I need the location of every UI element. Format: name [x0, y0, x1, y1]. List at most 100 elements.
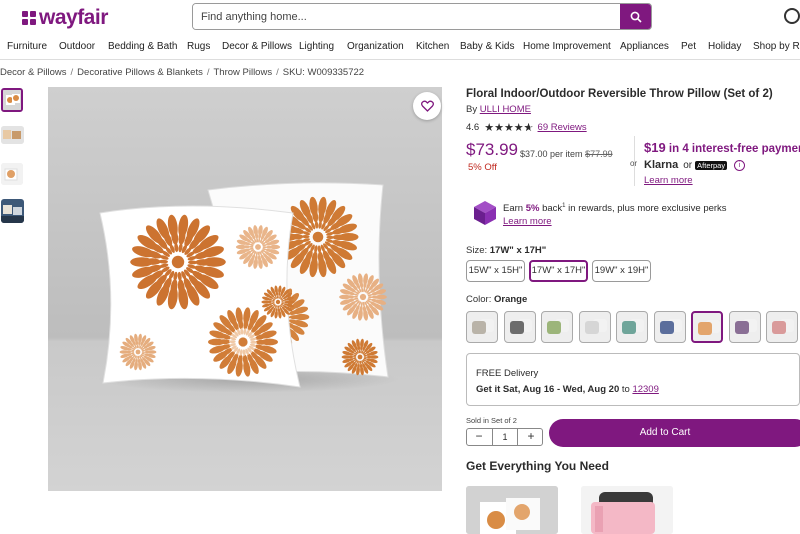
- financing-providers: Klarna or Afterpay i: [644, 159, 746, 171]
- recommendation-card-pillows[interactable]: [466, 486, 558, 534]
- size-option-17[interactable]: 17W" x 17H": [529, 260, 588, 282]
- swatch-pillow-icon: [659, 321, 674, 334]
- header: wayfair: [0, 0, 800, 34]
- nav-item-appliances[interactable]: Appliances: [620, 41, 669, 52]
- swatch-pillow-icon: [547, 321, 561, 334]
- installment-amount: $19 in 4 interest-free paymen: [644, 140, 800, 155]
- rewards-percent: 5%: [525, 203, 540, 215]
- nav-item-bedding-bath[interactable]: Bedding & Bath: [108, 41, 178, 52]
- thumbnail-4[interactable]: [1, 199, 24, 223]
- rewards-earn: Earn: [503, 203, 526, 215]
- or-label: or: [630, 159, 638, 168]
- color-swatch-green[interactable]: [541, 311, 573, 343]
- color-swatch-beige[interactable]: [466, 311, 498, 343]
- search-bar: [192, 3, 652, 30]
- financing-learn-more-link[interactable]: Learn more: [644, 175, 693, 186]
- nav-item-outdoor[interactable]: Outdoor: [59, 41, 95, 52]
- pillow-thumbnail-icon: [1, 126, 24, 144]
- by-label: By: [466, 104, 478, 115]
- size-option-15[interactable]: 15W" x 15H": [466, 260, 525, 282]
- product-brand-line: By ULLI HOME: [466, 104, 531, 115]
- breadcrumb-item[interactable]: Decor & Pillows: [0, 67, 67, 78]
- delivery-box: FREE Delivery Get it Sat, Aug 16 - Wed, …: [466, 353, 800, 406]
- rewards-rest: in rewards, plus more exclusive perks: [565, 203, 727, 215]
- swatch-pillow-icon: [698, 322, 712, 335]
- breadcrumb-item[interactable]: Decorative Pillows & Blankets: [77, 67, 203, 78]
- thumbnail-2[interactable]: [1, 126, 24, 144]
- search-button[interactable]: [620, 4, 651, 29]
- rewards-back: back: [539, 203, 563, 215]
- rewards-learn-more-link[interactable]: Learn more: [503, 216, 552, 227]
- nav-item-rugs[interactable]: Rugs: [187, 41, 210, 52]
- thumbnail-1[interactable]: [1, 88, 23, 112]
- swatch-pillow-icon: [472, 321, 486, 334]
- account-icon[interactable]: [784, 8, 800, 24]
- was-price: $77.99: [585, 149, 613, 159]
- pillow-illustration: [98, 182, 398, 393]
- color-swatch-teal[interactable]: [616, 311, 648, 343]
- reviews-link[interactable]: 69 Reviews: [538, 122, 587, 133]
- thumbnail-3[interactable]: [1, 163, 23, 185]
- breadcrumb-separator: /: [276, 67, 279, 78]
- breadcrumb: Decor & Pillows / Decorative Pillows & Bla…: [0, 67, 364, 78]
- logo-text: wayfair: [39, 6, 108, 29]
- wayfair-logo[interactable]: wayfair: [22, 6, 108, 30]
- color-swatch-blue[interactable]: [653, 311, 686, 343]
- installment-suffix: in 4 interest-free paymen: [665, 143, 800, 155]
- brand-link[interactable]: ULLI HOME: [480, 104, 531, 115]
- size-option-19[interactable]: 19W" x 19H": [592, 260, 651, 282]
- info-icon[interactable]: i: [734, 159, 746, 171]
- breadcrumb-item[interactable]: Throw Pillows: [213, 67, 272, 78]
- sku-label: SKU: W009335722: [282, 67, 365, 78]
- product-main-image[interactable]: [48, 87, 442, 491]
- recommendation-card-blanket[interactable]: [581, 486, 673, 534]
- zip-code-link[interactable]: 12309: [632, 384, 658, 395]
- nav-item-baby-kids[interactable]: Baby & Kids: [460, 41, 514, 52]
- nav-item-pet[interactable]: Pet: [681, 41, 696, 52]
- klarna-logo: Klarna: [644, 159, 679, 171]
- nav-item-home-improvement[interactable]: Home Improvement: [523, 41, 611, 52]
- add-to-cart-button[interactable]: Add to Cart: [549, 419, 800, 447]
- star-rating-icon: ★★★★★☆: [484, 122, 534, 134]
- sale-price: $73.99: [466, 140, 518, 159]
- financing-block: $19 in 4 interest-free paymen Klarna or …: [644, 140, 800, 186]
- afterpay-logo: Afterpay: [695, 160, 728, 170]
- search-input[interactable]: [193, 4, 621, 29]
- quantity-increase-button[interactable]: +: [519, 429, 543, 445]
- installment-price: $19: [644, 140, 666, 155]
- favorite-button[interactable]: [413, 92, 441, 120]
- heart-icon: [420, 100, 434, 112]
- color-swatch-gray[interactable]: [503, 311, 536, 343]
- nav-item-furniture[interactable]: Furniture: [7, 41, 47, 52]
- nav-item-shop-by-room[interactable]: Shop by Ro: [753, 41, 800, 52]
- color-swatch-pink[interactable]: [766, 311, 798, 343]
- color-selected: Orange: [493, 294, 528, 305]
- rewards-text: Earn 5% back1 in rewards, plus more excl…: [503, 203, 727, 214]
- nav-item-holiday[interactable]: Holiday: [708, 41, 741, 52]
- nav-item-organization[interactable]: Organization: [347, 41, 404, 52]
- nav-item-decor-pillows[interactable]: Decor & Pillows: [222, 41, 292, 52]
- quantity-value[interactable]: 1: [492, 429, 518, 445]
- swatch-pillow-icon: [734, 321, 749, 334]
- or-label-2: or: [683, 159, 693, 171]
- breadcrumb-separator: /: [206, 67, 210, 78]
- nav-item-kitchen[interactable]: Kitchen: [416, 41, 449, 52]
- size-selected: 17W" x 17H": [489, 245, 547, 256]
- delivery-date-line: Get it Sat, Aug 16 - Wed, Aug 20 to 1230…: [476, 384, 659, 395]
- swatch-pillow-icon: [772, 321, 786, 334]
- breadcrumb-separator: /: [70, 67, 74, 78]
- swatch-pillow-icon: [584, 321, 599, 334]
- pillow-thumbnail-icon: [1, 163, 23, 185]
- discount-label: 5% Off: [468, 162, 497, 173]
- per-item-label: $37.00 per item: [520, 149, 583, 159]
- color-swatch-orange[interactable]: [691, 311, 723, 343]
- swatch-pillow-icon: [622, 321, 636, 334]
- quantity-decrease-button[interactable]: −: [467, 429, 491, 445]
- per-item-price: $37.00 per item $77.99: [520, 149, 613, 159]
- nav-item-lighting[interactable]: Lighting: [299, 41, 334, 52]
- color-swatch-purple[interactable]: [728, 311, 761, 343]
- size-label: Size: 17W" x 17H": [466, 245, 546, 256]
- pillow-product-image: [466, 486, 558, 534]
- color-swatch-white[interactable]: [578, 311, 611, 343]
- sold-in-label: Sold in Set of 2: [466, 416, 517, 425]
